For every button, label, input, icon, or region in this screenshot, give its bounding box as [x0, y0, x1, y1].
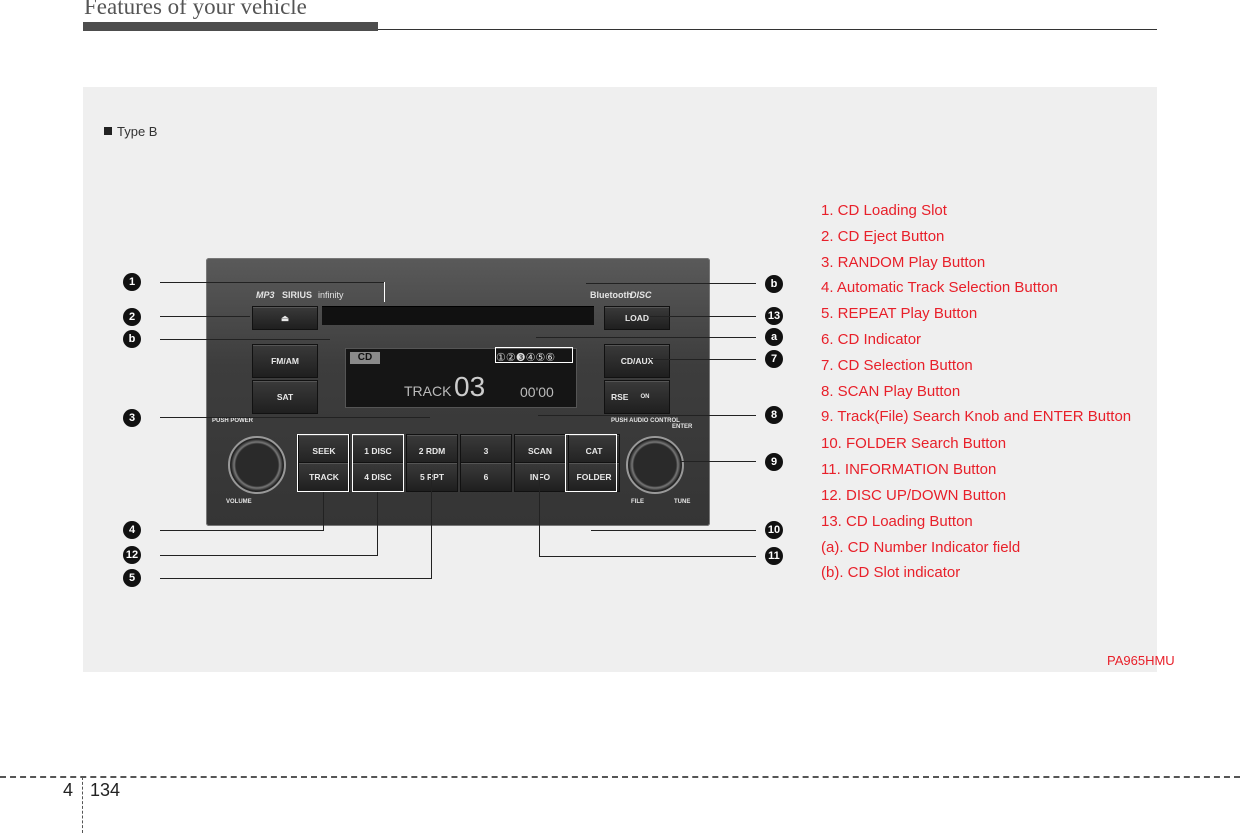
eject-button[interactable]: ⏏ [252, 306, 318, 330]
callout-2: 2 [123, 308, 141, 326]
leader-line [538, 415, 756, 416]
file-label: FILE [631, 499, 644, 505]
leader-line [650, 359, 756, 360]
logo-bluetooth: Bluetooth [590, 290, 632, 300]
callout-10: 10 [765, 521, 783, 539]
legend-item: 7. CD Selection Button [821, 356, 973, 374]
cat-folder-highlight [565, 434, 617, 492]
footer-divider [82, 777, 83, 833]
leader-line [160, 578, 432, 579]
legend-item: (b). CD Slot indicator [821, 564, 961, 582]
header-bar [83, 22, 378, 31]
legend-item: 5. REPEAT Play Button [821, 305, 978, 323]
load-button[interactable]: LOAD [604, 306, 670, 330]
push-power-label: PUSH POWER [212, 418, 254, 424]
callout-9: 9 [765, 453, 783, 471]
leader-line [650, 316, 756, 317]
leader-line [160, 339, 330, 340]
legend-list: 1. CD Loading Slot 2. CD Eject Button 3.… [821, 198, 1158, 586]
logo-disc: DISC [630, 290, 652, 300]
callout-4: 4 [123, 521, 141, 539]
preset-5-rpt-button[interactable]: 5 RPT [406, 462, 458, 492]
display-time: 00'00 [520, 384, 554, 400]
callout-13: 13 [765, 307, 783, 325]
callout-12: 12 [123, 546, 141, 564]
leader-line [431, 470, 432, 578]
callout-7: 7 [765, 350, 783, 368]
logo-infinity: infinity [318, 290, 344, 300]
rse-button[interactable]: RSE ON [604, 380, 670, 414]
info-button[interactable]: INFO [514, 462, 566, 492]
leader-line [586, 283, 756, 284]
legend-item: 11. INFORMATION Button [821, 461, 997, 479]
leader-line [536, 337, 756, 338]
display-mode: CD [350, 352, 380, 364]
legend-item: (a). CD Number Indicator field [821, 538, 1021, 556]
callout-a: a [765, 328, 783, 346]
tune-enter-knob[interactable] [626, 436, 684, 494]
callout-1: 1 [123, 273, 141, 291]
legend-item: 9. Track(File) Search Knob and ENTER But… [821, 408, 1132, 426]
cd-aux-button[interactable]: CD/AUX [604, 344, 670, 378]
rse-on-label: ON [640, 394, 650, 400]
callout-b-right: b [765, 275, 783, 293]
leader-line [160, 316, 250, 317]
leader-line [680, 461, 756, 462]
callout-b-left: b [123, 330, 141, 348]
callout-11: 11 [765, 547, 783, 565]
leader-line [160, 417, 430, 418]
figure-code: PA965HMU [1107, 653, 1175, 668]
page-number: 134 [90, 780, 121, 800]
type-label-text: Type B [117, 124, 158, 139]
disc-indicator-highlight [495, 347, 573, 363]
display-track-number: 03 [454, 371, 486, 402]
seek-track-highlight [297, 434, 349, 492]
legend-item: 12. DISC UP/DOWN Button [821, 486, 1007, 504]
square-bullet-icon [104, 127, 112, 135]
footer-rule [0, 776, 1240, 778]
leader-line [160, 530, 324, 531]
fm-am-button[interactable]: FM/AM [252, 344, 318, 378]
legend-item: 3. RANDOM Play Button [821, 253, 986, 271]
disc-highlight [352, 434, 404, 492]
page-header-title: Features of your vehicle [84, 0, 307, 19]
enter-label: ENTER [672, 424, 693, 430]
leader-line [591, 530, 756, 531]
callout-8: 8 [765, 406, 783, 424]
type-label: Type B [104, 124, 157, 139]
tune-label: TUNE [674, 499, 691, 505]
logo-sirius: SIRIUS [282, 290, 313, 300]
legend-item: 2. CD Eject Button [821, 227, 945, 245]
leader-line [539, 470, 540, 556]
eject-icon: ⏏ [280, 312, 290, 323]
cd-loading-slot[interactable] [322, 306, 594, 325]
volume-label: VOLUME [226, 499, 252, 505]
leader-line [539, 556, 756, 557]
legend-item: 10. FOLDER Search Button [821, 435, 1007, 453]
leader-line [323, 492, 324, 530]
legend-item: 8. SCAN Play Button [821, 382, 961, 400]
rse-label: RSE [611, 392, 629, 402]
legend-item: 6. CD Indicator [821, 330, 922, 348]
leader-line [377, 492, 378, 555]
leader-line [384, 282, 385, 302]
display-track-label: TRACK [404, 383, 452, 399]
callout-5: 5 [123, 569, 141, 587]
leader-line [160, 555, 378, 556]
legend-item: 1. CD Loading Slot [821, 202, 947, 219]
section-number: 4 [63, 780, 74, 800]
volume-knob[interactable] [228, 436, 286, 494]
push-audio-control-label: PUSH AUDIO CONTROL [611, 418, 680, 424]
legend-item: 4. Automatic Track Selection Button [821, 279, 1058, 297]
callout-3: 3 [123, 409, 141, 427]
leader-line [160, 282, 385, 283]
sat-button[interactable]: SAT [252, 380, 318, 414]
logo-mp3: MP3 [256, 290, 275, 300]
header-rule [378, 29, 1157, 30]
preset-6-button[interactable]: 6 [460, 462, 512, 492]
legend-item: 13. CD Loading Button [821, 512, 973, 530]
